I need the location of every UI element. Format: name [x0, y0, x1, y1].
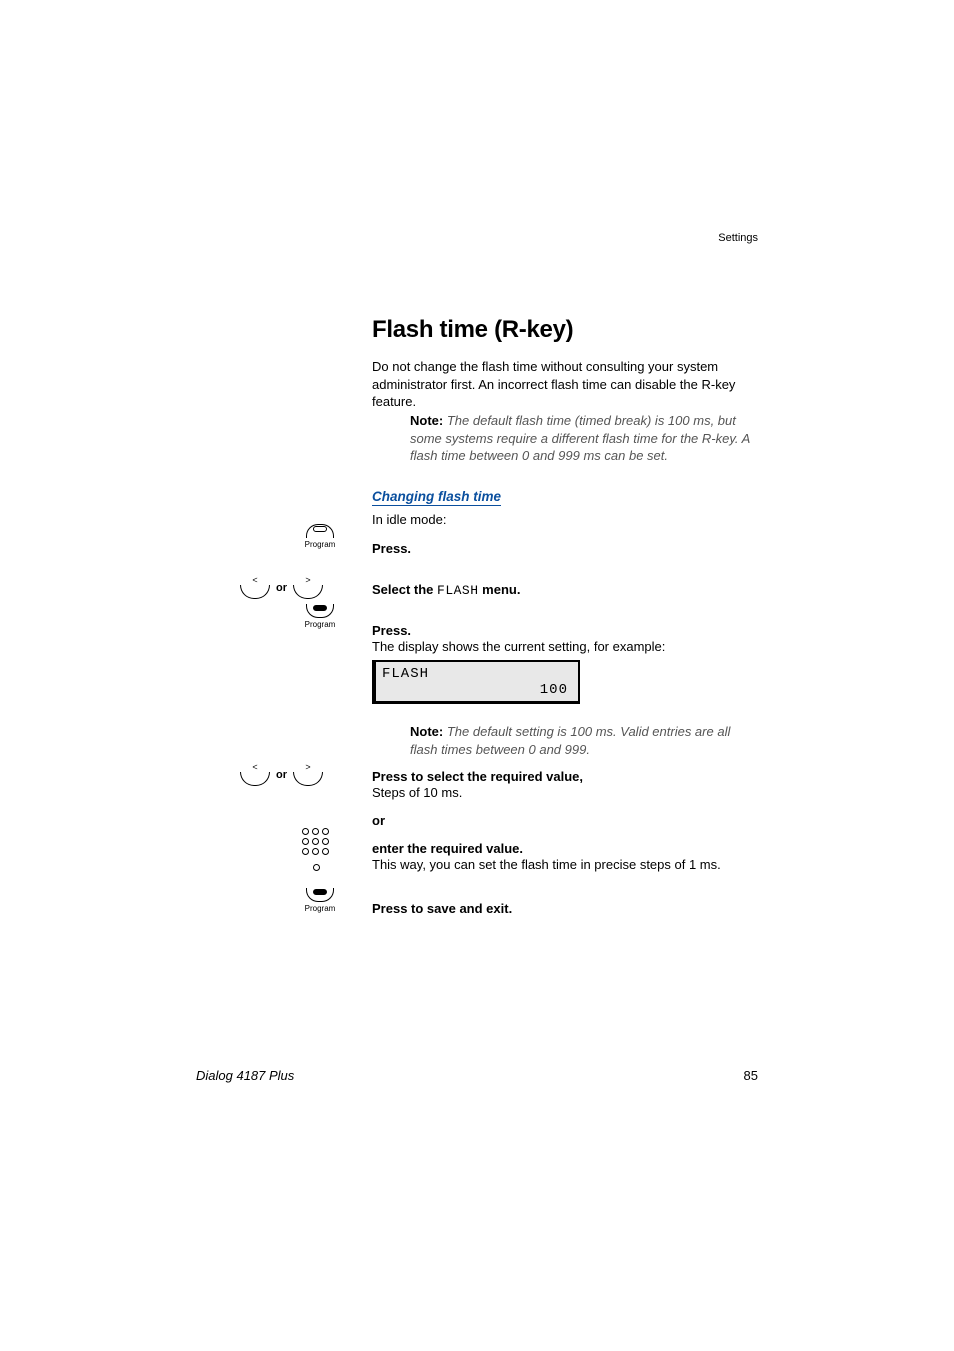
footer-page-number: 85: [744, 1068, 758, 1083]
nav-right-icon: >: [293, 576, 323, 599]
step-press-2: Press.: [372, 623, 411, 638]
program-key-icon: Program: [296, 524, 344, 552]
program-key-down-icon: Program: [296, 888, 344, 916]
nav-keys-icon: < or >: [240, 757, 350, 786]
note-label: Note:: [410, 724, 443, 739]
manual-page: Settings Flash time (R-key) Do not chang…: [0, 0, 954, 1351]
nav-left-icon: <: [240, 763, 270, 786]
step-enter-value: enter the required value.: [372, 841, 523, 856]
step-press-3: Press to select the required value,: [372, 769, 583, 784]
nav-left-icon: <: [240, 576, 270, 599]
footer-model: Dialog 4187 Plus: [196, 1068, 294, 1083]
or-text: or: [276, 582, 287, 594]
program-key-down-icon: Program: [296, 604, 344, 632]
idle-mode-text: In idle mode:: [372, 512, 446, 527]
or-text: or: [276, 769, 287, 781]
step-press-1: Press.: [372, 541, 411, 556]
page-title: Flash time (R-key): [372, 316, 573, 344]
section-header: Settings: [718, 232, 758, 244]
step-select-flash: Select the FLASH menu.: [372, 582, 520, 598]
note-text: The default flash time (timed break) is …: [410, 413, 750, 463]
note-text: The default setting is 100 ms. Valid ent…: [410, 724, 730, 757]
lcd-display: FLASH 100: [372, 660, 580, 704]
program-label: Program: [305, 540, 336, 549]
keypad-icon: [296, 822, 336, 876]
step-press-4: Press to save and exit.: [372, 901, 512, 916]
lcd-line-2: 100: [382, 682, 572, 698]
subheading-changing-flash: Changing flash time: [372, 489, 501, 506]
step-press-2-sub: The display shows the current setting, f…: [372, 639, 665, 654]
step-enter-sub: This way, you can set the flash time in …: [372, 857, 762, 872]
nav-right-icon: >: [293, 763, 323, 786]
note-label: Note:: [410, 413, 443, 428]
step-press-3-sub: Steps of 10 ms.: [372, 785, 462, 800]
or-separator: or: [372, 813, 385, 828]
note-default-flash: Note: The default flash time (timed brea…: [410, 412, 758, 465]
lcd-line-1: FLASH: [382, 666, 572, 682]
program-label: Program: [305, 904, 336, 913]
note-default-setting: Note: The default setting is 100 ms. Val…: [410, 723, 760, 758]
program-label: Program: [305, 620, 336, 629]
intro-paragraph: Do not change the flash time without con…: [372, 358, 762, 411]
nav-keys-icon: < or >: [240, 570, 350, 599]
